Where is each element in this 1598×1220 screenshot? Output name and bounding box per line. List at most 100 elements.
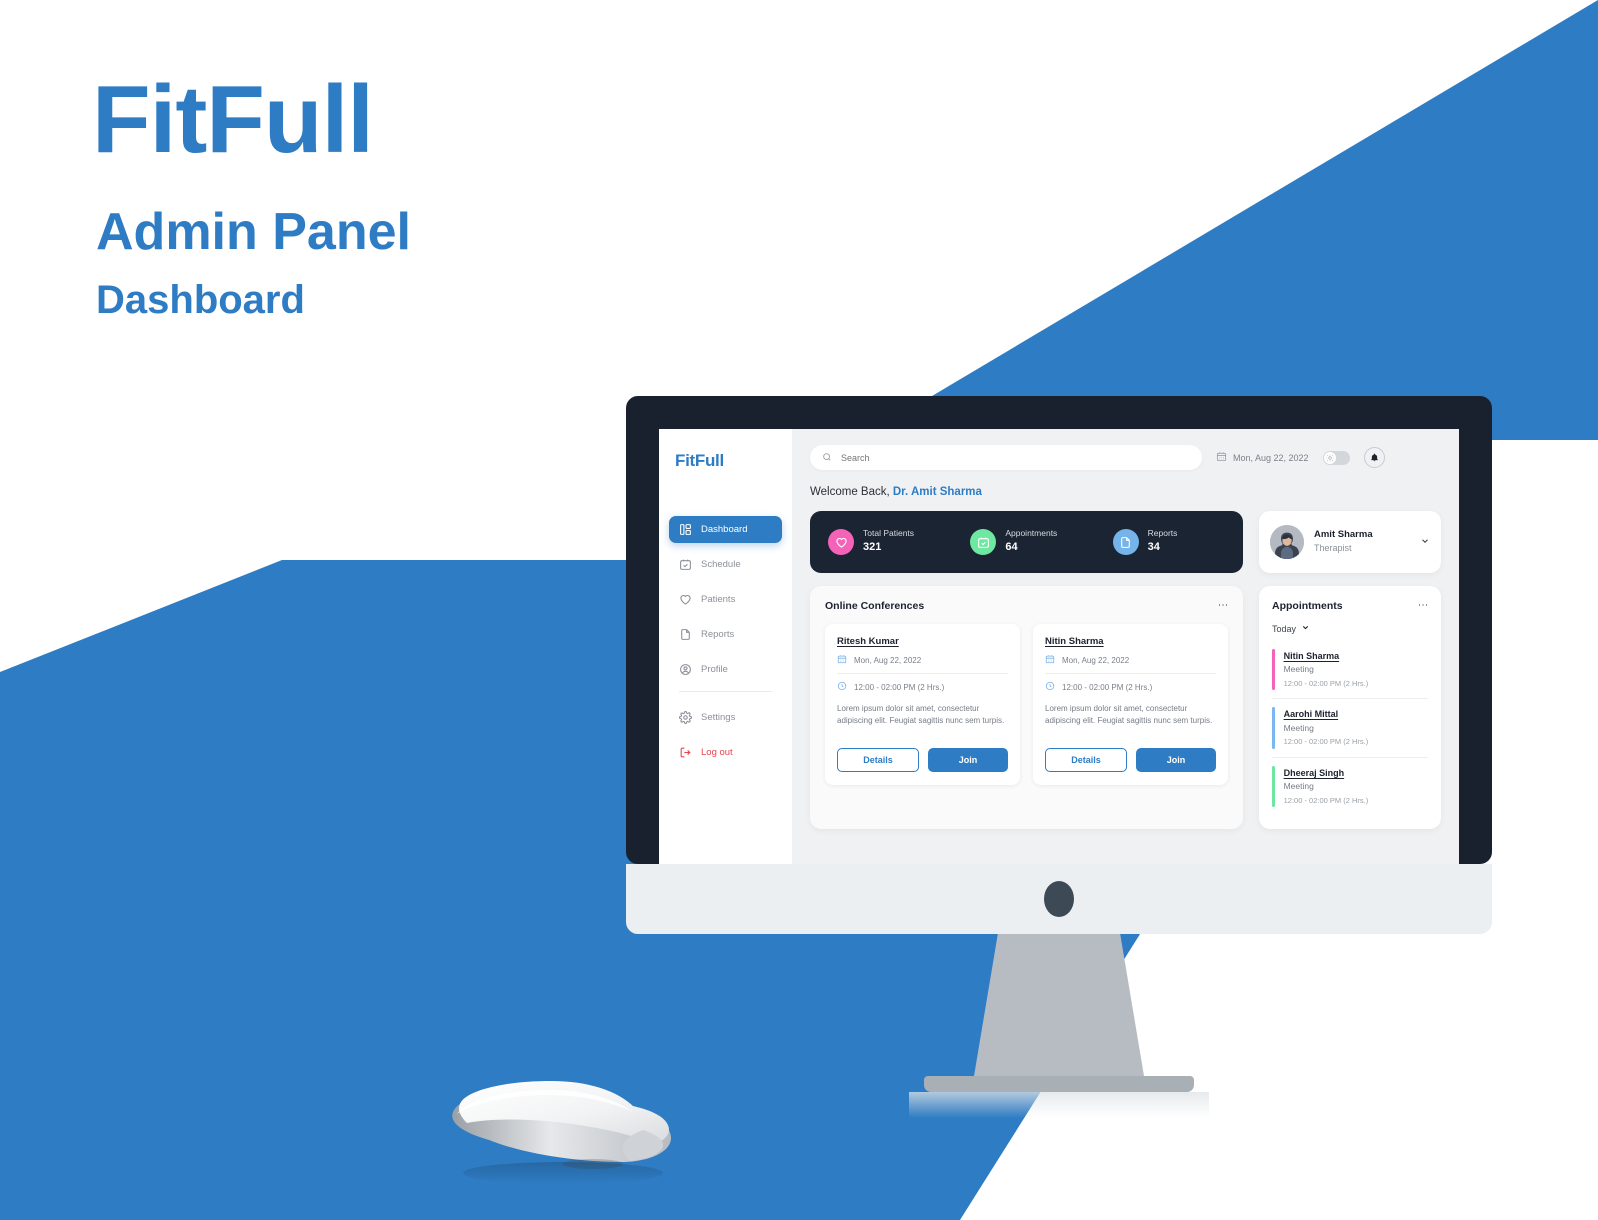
sidebar-item-settings[interactable]: Settings bbox=[669, 704, 782, 731]
monitor-base bbox=[924, 1076, 1194, 1092]
background-triangle-top-right bbox=[858, 0, 1598, 440]
date-text: Mon, Aug 22, 2022 bbox=[1233, 452, 1309, 463]
heart-icon bbox=[828, 529, 854, 555]
bell-icon bbox=[1370, 453, 1378, 462]
stat-appointments: Appointments 64 bbox=[970, 528, 1082, 555]
join-button[interactable]: Join bbox=[928, 748, 1008, 772]
online-conferences-panel: Online Conferences ⋮ Ritesh Kumar Mon, A… bbox=[810, 586, 1243, 830]
profile-role: Therapist bbox=[1314, 543, 1352, 554]
monitor-mockup: FitFull Dashboard Schedule Patients Repo… bbox=[626, 396, 1492, 1118]
sidebar-item-logout[interactable]: Log out bbox=[669, 739, 782, 766]
conference-description: Lorem ipsum dolor sit amet, consectetur … bbox=[1045, 704, 1213, 726]
appointment-color-bar bbox=[1272, 649, 1275, 691]
poster-subtitle-secondary: Dashboard bbox=[96, 278, 305, 322]
stats-card: Total Patients 321 Appointments 64 Repor… bbox=[810, 511, 1243, 573]
monitor-chin bbox=[626, 864, 1492, 934]
list-item[interactable]: Aarohi Mittal Meeting 12:00 - 02:00 PM (… bbox=[1272, 699, 1428, 758]
sidebar-item-label: Dashboard bbox=[701, 524, 748, 535]
sidebar: FitFull Dashboard Schedule Patients Repo… bbox=[659, 429, 792, 864]
sidebar-item-patients[interactable]: Patients bbox=[669, 586, 782, 613]
stat-value: 34 bbox=[1147, 541, 1160, 554]
sidebar-item-schedule[interactable]: Schedule bbox=[669, 551, 782, 578]
profile-name: Amit Sharma bbox=[1314, 529, 1373, 541]
sidebar-item-profile[interactable]: Profile bbox=[669, 656, 782, 683]
stat-reports: Reports 34 bbox=[1112, 528, 1225, 555]
list-item[interactable]: Dheeraj Singh Meeting 12:00 - 02:00 PM (… bbox=[1272, 758, 1428, 815]
theme-toggle-knob bbox=[1323, 451, 1336, 464]
heart-icon bbox=[679, 593, 692, 606]
appointment-time: 12:00 - 02:00 PM (2 Hrs.) bbox=[1283, 678, 1369, 688]
welcome-prefix: Welcome Back, bbox=[810, 486, 893, 498]
sidebar-item-label: Log out bbox=[701, 747, 733, 758]
clock-icon bbox=[837, 681, 847, 693]
monitor-stand bbox=[974, 934, 1144, 1076]
topbar: Mon, Aug 22, 2022 bbox=[810, 445, 1441, 470]
theme-toggle[interactable] bbox=[1322, 450, 1350, 465]
sidebar-divider bbox=[679, 691, 772, 692]
sidebar-item-label: Profile bbox=[701, 664, 728, 675]
sidebar-item-label: Reports bbox=[701, 629, 735, 640]
conference-date: Mon, Aug 22, 2022 bbox=[837, 647, 1008, 674]
join-button[interactable]: Join bbox=[1136, 748, 1216, 772]
sidebar-item-dashboard[interactable]: Dashboard bbox=[669, 516, 782, 543]
sidebar-item-reports[interactable]: Reports bbox=[669, 621, 782, 648]
stat-label: Total Patients bbox=[863, 528, 915, 539]
appointment-time: 12:00 - 02:00 PM (2 Hrs.) bbox=[1283, 737, 1369, 747]
chevron-down-icon bbox=[1301, 623, 1310, 634]
appointment-color-bar bbox=[1272, 765, 1275, 808]
details-button[interactable]: Details bbox=[837, 748, 919, 772]
stat-label: Appointments bbox=[1005, 528, 1058, 539]
poster-subtitle: Admin Panel bbox=[96, 203, 411, 261]
avatar bbox=[1270, 525, 1304, 559]
logout-icon bbox=[679, 746, 692, 759]
sidebar-logo: FitFull bbox=[675, 451, 724, 470]
notifications-button[interactable] bbox=[1363, 447, 1385, 468]
list-item[interactable]: Nitin Sharma Meeting 12:00 - 02:00 PM (2… bbox=[1272, 641, 1428, 700]
sidebar-item-label: Patients bbox=[701, 594, 736, 605]
appointment-type: Meeting bbox=[1283, 722, 1314, 733]
computer-mouse bbox=[443, 1068, 681, 1190]
panel-header: Online Conferences ⋮ bbox=[825, 600, 1228, 612]
monitor-bezel: FitFull Dashboard Schedule Patients Repo… bbox=[626, 396, 1492, 864]
search-input[interactable] bbox=[839, 451, 1190, 464]
poster-brand-title: FitFull bbox=[92, 66, 374, 173]
sidebar-item-label: Settings bbox=[701, 712, 736, 723]
conference-card-grid: Ritesh Kumar Mon, Aug 22, 2022 12:00 - 0… bbox=[825, 624, 1228, 785]
conference-name[interactable]: Ritesh Kumar bbox=[837, 636, 1008, 647]
stats-row: Total Patients 321 Appointments 64 Repor… bbox=[810, 511, 1441, 573]
conference-date: Mon, Aug 22, 2022 bbox=[1045, 647, 1216, 674]
lower-row: Online Conferences ⋮ Ritesh Kumar Mon, A… bbox=[810, 586, 1441, 830]
app-screen: FitFull Dashboard Schedule Patients Repo… bbox=[659, 429, 1459, 864]
panel-header: Appointments ⋮ bbox=[1272, 600, 1428, 612]
conference-card: Ritesh Kumar Mon, Aug 22, 2022 12:00 - 0… bbox=[825, 624, 1020, 785]
conference-name[interactable]: Nitin Sharma bbox=[1045, 636, 1216, 647]
user-profile-card[interactable]: Amit Sharma Therapist bbox=[1259, 511, 1441, 573]
search-box[interactable] bbox=[810, 445, 1202, 470]
gear-icon bbox=[679, 711, 692, 724]
stat-value: 64 bbox=[1005, 541, 1018, 554]
kebab-menu-icon[interactable]: ⋮ bbox=[1416, 600, 1428, 610]
conference-time: 12:00 - 02:00 PM (2 Hrs.) bbox=[837, 674, 1008, 697]
appointments-panel: Appointments ⋮ Today Nitin Sharma Meetin… bbox=[1259, 586, 1441, 830]
chevron-down-icon[interactable] bbox=[1420, 536, 1430, 549]
details-button[interactable]: Details bbox=[1045, 748, 1127, 772]
conference-actions: Details Join bbox=[837, 748, 1008, 772]
calendar-icon bbox=[1216, 451, 1227, 464]
appointment-type: Meeting bbox=[1283, 664, 1314, 675]
appointments-list: Nitin Sharma Meeting 12:00 - 02:00 PM (2… bbox=[1272, 641, 1428, 815]
monitor-reflection bbox=[909, 1092, 1209, 1118]
appointment-time: 12:00 - 02:00 PM (2 Hrs.) bbox=[1283, 795, 1369, 805]
user-circle-icon bbox=[679, 663, 692, 676]
conference-description: Lorem ipsum dolor sit amet, consectetur … bbox=[837, 704, 1005, 726]
appointments-filter-dropdown[interactable]: Today bbox=[1272, 623, 1428, 634]
kebab-menu-icon[interactable]: ⋮ bbox=[1216, 600, 1228, 610]
sidebar-item-label: Schedule bbox=[701, 559, 741, 570]
stat-label: Reports bbox=[1147, 528, 1178, 539]
conference-card: Nitin Sharma Mon, Aug 22, 2022 12:00 - 0… bbox=[1033, 624, 1228, 785]
dashboard-grid-icon bbox=[679, 523, 692, 536]
appointment-color-bar bbox=[1272, 707, 1275, 749]
calendar-check-icon bbox=[970, 529, 997, 555]
clock-icon bbox=[1045, 681, 1055, 693]
calendar-check-icon bbox=[679, 558, 692, 571]
calendar-icon bbox=[837, 654, 847, 666]
